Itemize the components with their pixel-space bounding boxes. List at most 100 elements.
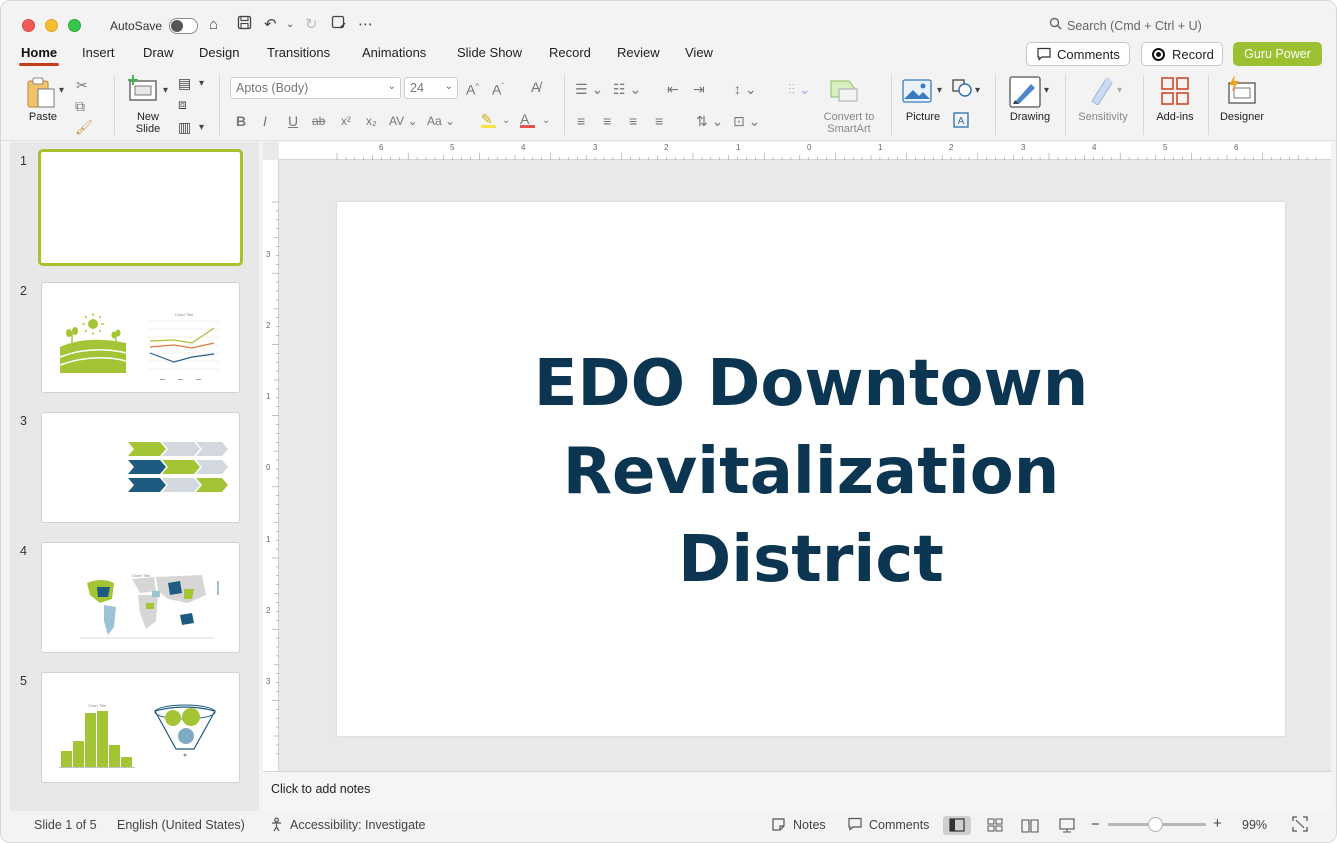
highlight-icon[interactable]: ✎ (481, 111, 496, 128)
slide-show-button[interactable] (1053, 816, 1081, 835)
increase-font-icon[interactable]: A^ (466, 79, 479, 98)
change-case-icon[interactable]: Aa ⌄ (427, 113, 455, 129)
new-slide-dropdown-icon[interactable]: ▾ (163, 83, 168, 99)
tab-slide-show[interactable]: Slide Show (457, 45, 522, 60)
comment-icon[interactable] (847, 817, 863, 834)
align-text-icon[interactable]: ⊡ ⌄ (733, 113, 760, 129)
accessibility-status[interactable]: Accessibility: Investigate (290, 818, 425, 832)
section-icon[interactable]: ▥ (178, 119, 191, 135)
decrease-font-icon[interactable]: Aˇ (492, 79, 504, 98)
tab-draw[interactable]: Draw (143, 45, 173, 60)
clear-formatting-icon[interactable]: A̸ (531, 79, 540, 95)
reading-view-button[interactable] (1016, 816, 1044, 835)
more-options-icon[interactable]: ⋯ (358, 15, 373, 35)
zoom-level[interactable]: 99% (1242, 818, 1267, 832)
accessibility-icon[interactable] (269, 817, 284, 835)
font-color-dropdown-icon[interactable]: ⌄ (542, 113, 550, 129)
align-left-icon[interactable]: ≡ (577, 113, 585, 129)
slide-sorter-button[interactable] (981, 816, 1009, 835)
notes-pane[interactable]: Click to add notes (263, 771, 1331, 811)
align-right-icon[interactable]: ≡ (629, 113, 637, 129)
designer-icon[interactable] (1225, 75, 1257, 108)
slide-title[interactable]: EDO Downtown Revitalization District (337, 340, 1285, 604)
slide-canvas[interactable]: EDO Downtown Revitalization District (337, 202, 1285, 736)
font-size-select[interactable]: 24 ⌄ (404, 77, 458, 99)
slide-thumbnail-4[interactable]: Chart Title (41, 542, 240, 653)
tab-insert[interactable]: Insert (82, 45, 115, 60)
tab-design[interactable]: Design (199, 45, 239, 60)
save-as-icon[interactable] (331, 15, 347, 36)
zoom-window-button[interactable] (68, 19, 81, 32)
add-ins-icon[interactable] (1161, 77, 1189, 108)
layout-icon[interactable]: ▤ (178, 75, 191, 91)
undo-icon[interactable]: ↶ (264, 15, 277, 35)
drawing-dropdown-icon[interactable]: ▾ (1044, 83, 1049, 99)
format-painter-icon[interactable]: 🖌 (75, 119, 93, 135)
save-icon[interactable] (237, 15, 252, 36)
slide-thumbnail-2[interactable]: Chart Title (41, 282, 240, 393)
sensitivity-icon[interactable] (1088, 75, 1116, 108)
tab-record[interactable]: Record (549, 45, 591, 60)
close-window-button[interactable] (22, 19, 35, 32)
justify-icon[interactable]: ≡ (655, 113, 663, 129)
notes-icon[interactable] (771, 817, 786, 835)
zoom-in-icon[interactable]: + (1213, 815, 1222, 832)
text-direction-icon[interactable]: ⇅ ⌄ (696, 113, 723, 129)
numbering-icon[interactable]: ☷ ⌄ (613, 81, 641, 97)
tab-review[interactable]: Review (617, 45, 660, 60)
decrease-indent-icon[interactable]: ⇤ (667, 81, 679, 97)
zoom-slider-handle[interactable] (1148, 817, 1163, 832)
strikethrough-icon[interactable]: ab (312, 113, 325, 129)
redo-icon[interactable]: ↻ (305, 15, 318, 35)
language-indicator[interactable]: English (United States) (117, 818, 245, 832)
new-slide-icon[interactable] (127, 75, 159, 106)
bullets-icon[interactable]: ☰ ⌄ (575, 81, 603, 97)
align-center-icon[interactable]: ≡ (603, 113, 611, 129)
comments-button[interactable]: Comments (1026, 42, 1130, 66)
underline-icon[interactable]: U (288, 113, 298, 129)
picture-icon[interactable] (902, 79, 932, 106)
undo-dropdown-icon[interactable]: ⌄ (286, 15, 294, 35)
tab-animations[interactable]: Animations (362, 45, 426, 60)
guru-power-button[interactable]: Guru Power (1233, 42, 1322, 66)
font-color-icon[interactable]: A (520, 111, 535, 128)
picture-dropdown-icon[interactable]: ▾ (937, 83, 942, 99)
slide-thumbnail-1[interactable] (38, 149, 243, 266)
columns-icon[interactable]: ⫶⫶ ⌄ (788, 81, 811, 97)
text-box-icon[interactable]: A (953, 112, 969, 131)
smartart-icon[interactable] (829, 77, 859, 106)
record-button[interactable]: Record (1141, 42, 1223, 66)
autosave-toggle[interactable] (169, 18, 198, 34)
shapes-icon[interactable] (952, 79, 974, 102)
tab-home[interactable]: Home (18, 45, 60, 66)
normal-view-button[interactable] (943, 816, 971, 835)
comments-toggle[interactable]: Comments (869, 818, 929, 832)
tab-transitions[interactable]: Transitions (267, 45, 330, 60)
tab-view[interactable]: View (685, 45, 713, 60)
fit-to-window-icon[interactable] (1292, 816, 1308, 835)
cut-icon[interactable]: ✂ (76, 77, 88, 93)
layout-dropdown-icon[interactable]: ▾ (199, 76, 204, 92)
increase-indent-icon[interactable]: ⇥ (693, 81, 705, 97)
minimize-window-button[interactable] (45, 19, 58, 32)
superscript-icon[interactable]: x² (341, 113, 351, 129)
reset-icon[interactable]: ⧈ (178, 96, 187, 112)
zoom-out-icon[interactable]: − (1091, 816, 1100, 833)
subscript-icon[interactable]: x₂ (366, 113, 377, 129)
drawing-icon[interactable] (1009, 76, 1041, 111)
home-icon[interactable]: ⌂ (209, 15, 218, 35)
copy-icon[interactable]: ⧉ (75, 98, 85, 114)
paste-dropdown-icon[interactable]: ▾ (59, 83, 64, 99)
font-name-select[interactable]: Aptos (Body) ⌄ (230, 77, 401, 99)
highlight-dropdown-icon[interactable]: ⌄ (502, 113, 510, 129)
character-spacing-icon[interactable]: AV ⌄ (389, 113, 418, 129)
paste-icon[interactable] (26, 77, 60, 112)
section-dropdown-icon[interactable]: ▾ (199, 120, 204, 136)
bold-icon[interactable]: B (236, 113, 246, 129)
line-spacing-icon[interactable]: ↕ ⌄ (734, 81, 757, 97)
notes-toggle[interactable]: Notes (793, 818, 826, 832)
search-input[interactable]: Search (Cmd + Ctrl + U) (1067, 19, 1202, 33)
slide-thumbnail-5[interactable]: Chart Title (41, 672, 240, 783)
slide-thumbnail-3[interactable] (41, 412, 240, 523)
italic-icon[interactable]: I (263, 113, 267, 129)
